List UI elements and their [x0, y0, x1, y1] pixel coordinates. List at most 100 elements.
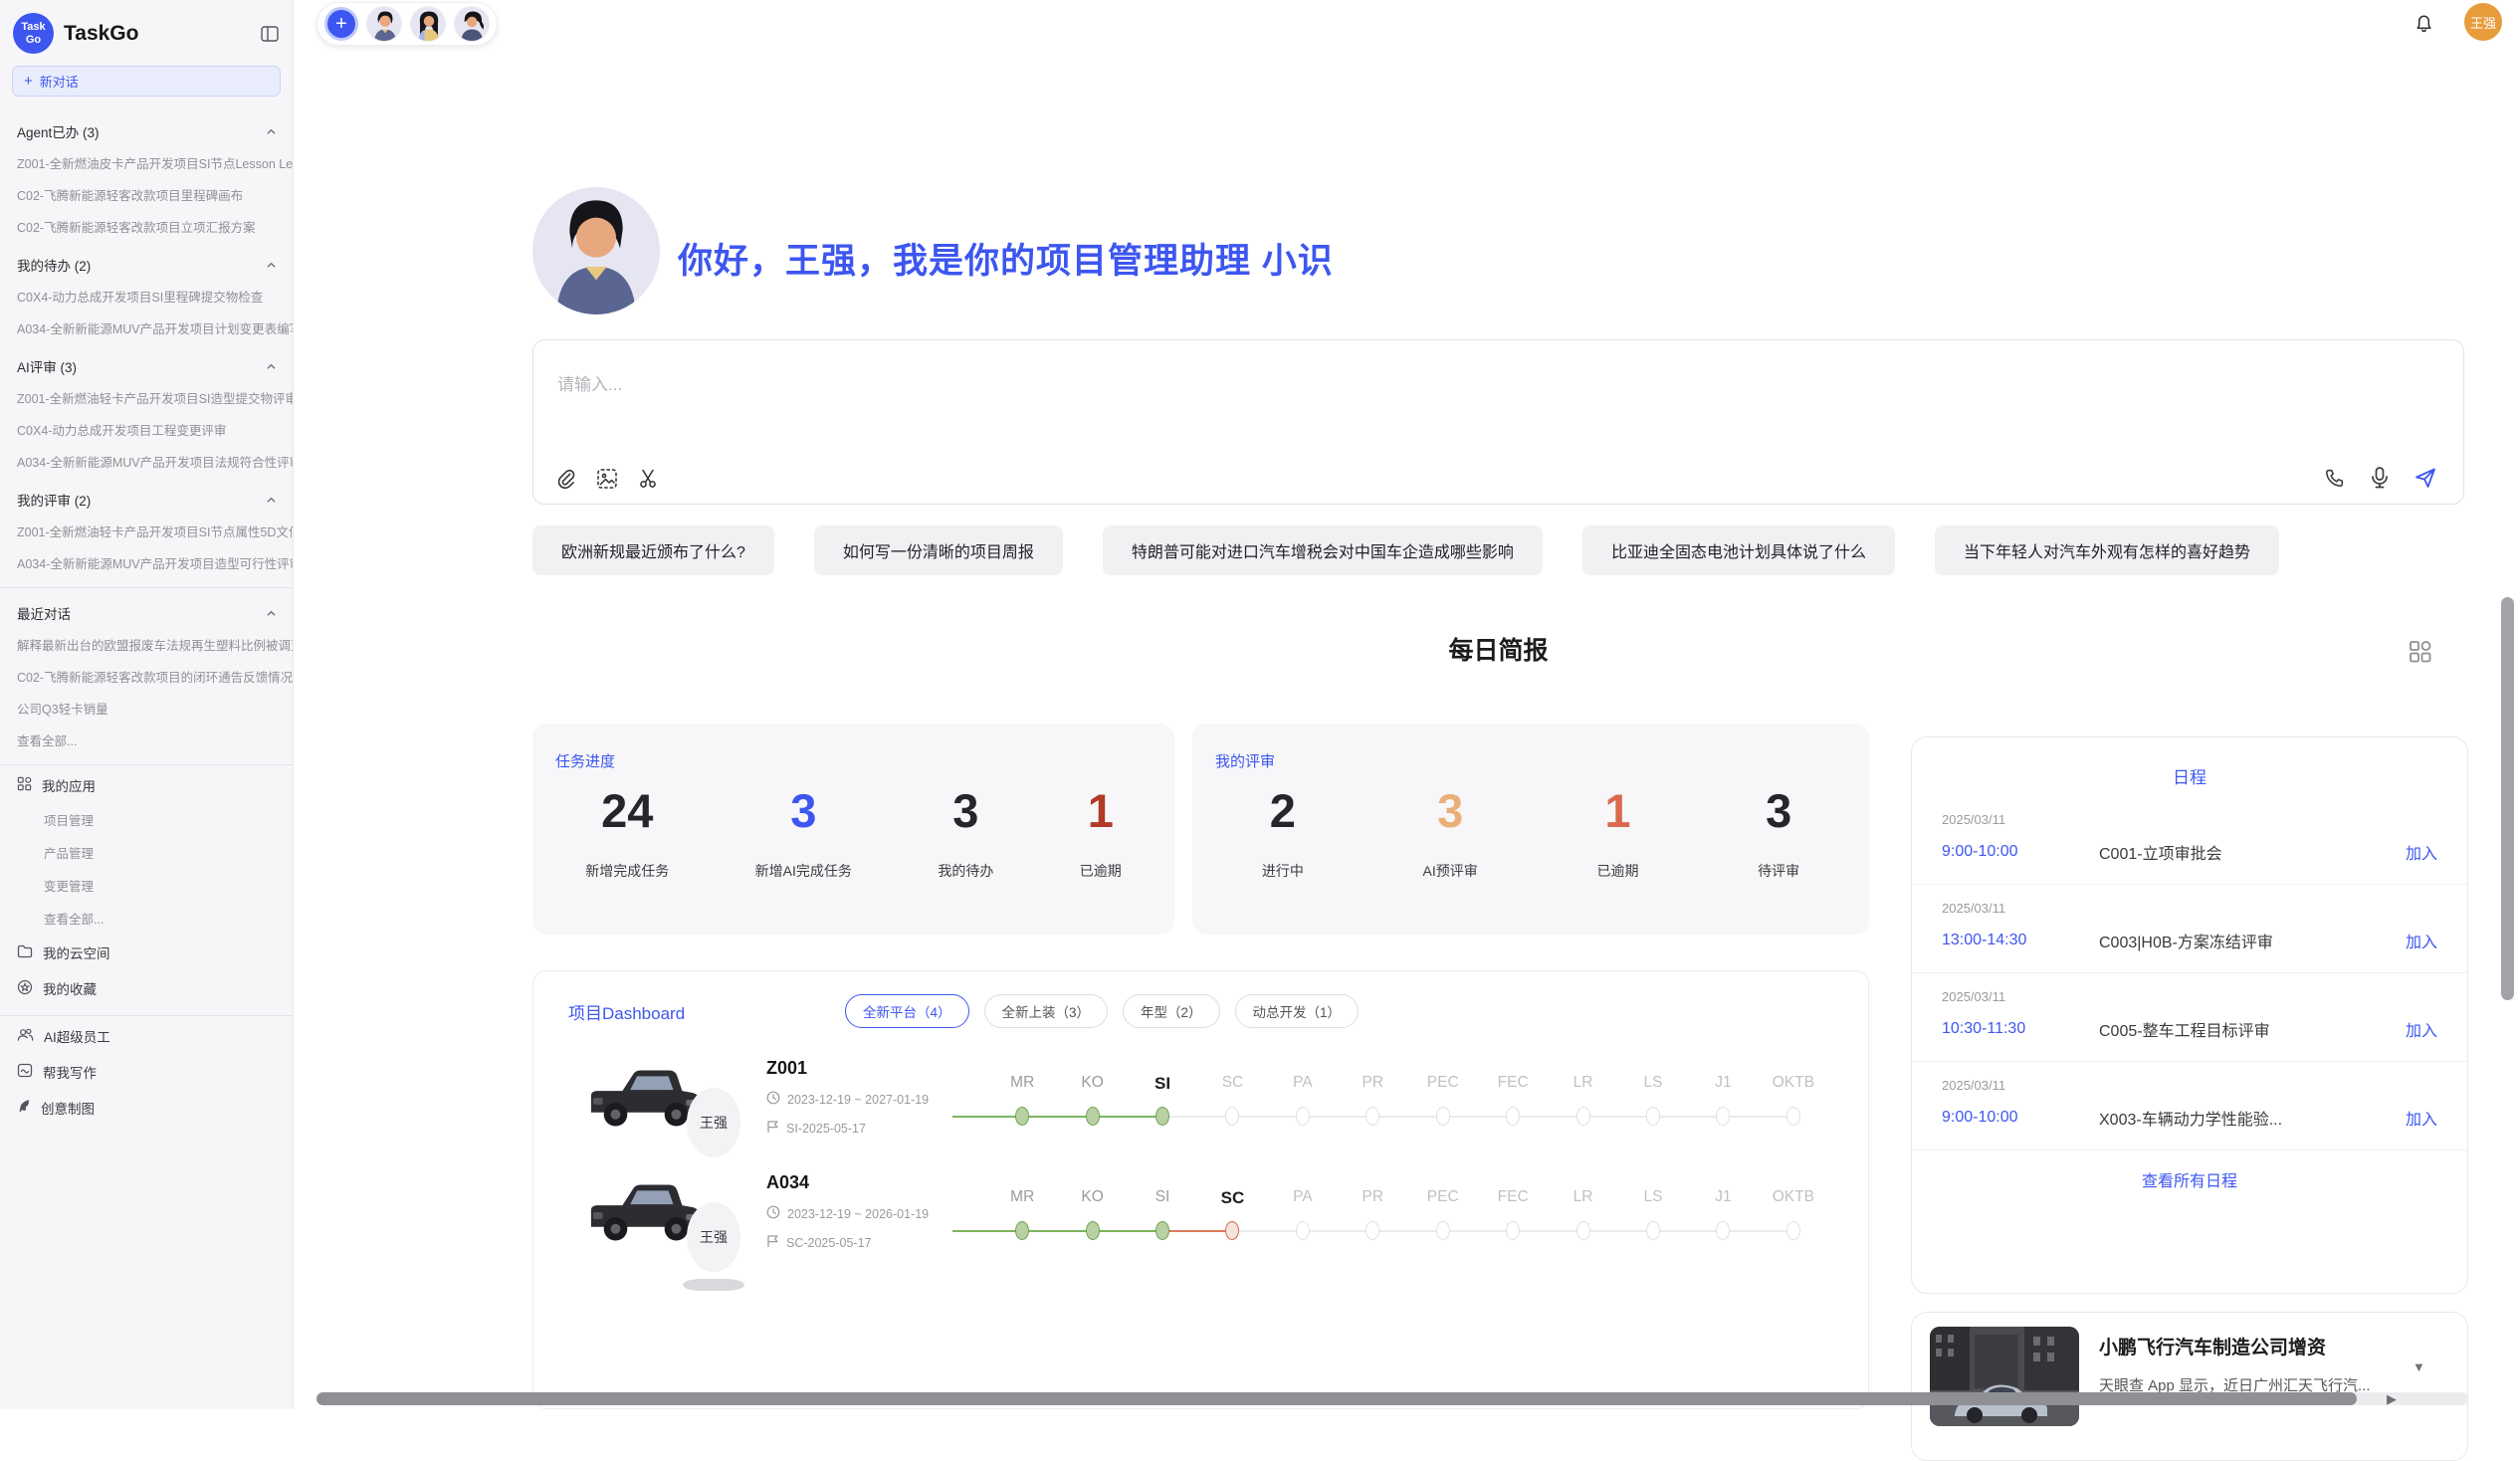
task-progress-card: 任务进度 24新增完成任务3新增AI完成任务3我的待办1已逾期: [532, 724, 1174, 935]
my-apps-header[interactable]: 我的应用: [0, 767, 293, 803]
horizontal-scrollbar-thumb[interactable]: [316, 1392, 2357, 1405]
suggestion-chip[interactable]: 比亚迪全固态电池计划具体说了什么: [1582, 525, 1895, 575]
suggestion-chip[interactable]: 如何写一份清晰的项目周报: [814, 525, 1063, 575]
sidebar-item[interactable]: Z001-全新燃油轻卡产品开发项目SI造型提交物评审: [0, 381, 293, 413]
recent-conversation-item[interactable]: C02-飞腾新能源轻客改款项目的闭环通告反馈情况: [0, 660, 293, 692]
app-item[interactable]: 项目管理: [0, 803, 293, 836]
sidebar-item[interactable]: A034-全新新能源MUV产品开发项目法规符合性评审: [0, 445, 293, 477]
stat-value: 2: [1262, 785, 1304, 837]
sidebar-item[interactable]: C02-飞腾新能源轻客改款项目里程碑画布: [0, 178, 293, 210]
sidebar-section-header[interactable]: Agent已办 (3): [0, 108, 293, 146]
sidebar-item[interactable]: C0X4-动力总成开发项目SI里程碑提交物检查: [0, 280, 293, 312]
stat: 1已逾期: [1596, 785, 1638, 881]
recent-section-header[interactable]: 最近对话: [0, 590, 293, 628]
suggestion-chip[interactable]: 特朗普可能对进口汽车增税会对中国车企造成哪些影响: [1103, 525, 1543, 575]
view-all-schedule-link[interactable]: 查看所有日程: [1912, 1167, 2467, 1191]
scroll-right-arrow[interactable]: ▶: [2387, 1391, 2397, 1407]
chat-input[interactable]: 请输入...: [532, 339, 2464, 505]
link-label: 我的收藏: [43, 978, 97, 998]
project-row[interactable]: 王强A0342023-12-19 ~ 2026-01-19SC-2025-05-…: [533, 1143, 1868, 1257]
milestone-label: J1: [1688, 1188, 1758, 1214]
milestone-dot: [1436, 1221, 1450, 1240]
milestone-dot: [1786, 1107, 1800, 1126]
new-chat-button[interactable]: + 新对话: [12, 66, 281, 97]
suggestion-chip[interactable]: 当下年轻人对汽车外观有怎样的喜好趋势: [1935, 525, 2279, 575]
date-range-text: 2023-12-19 ~ 2026-01-19: [787, 1207, 929, 1221]
layout-grid-icon[interactable]: [2407, 638, 2433, 670]
divider: [0, 587, 293, 588]
microphone-icon[interactable]: [2370, 466, 2390, 490]
image-icon[interactable]: [596, 468, 618, 490]
join-button[interactable]: 加入: [2406, 1017, 2437, 1041]
app-item[interactable]: 变更管理: [0, 869, 293, 902]
milestone-label: LR: [1548, 1188, 1617, 1214]
flag-icon: [766, 1234, 779, 1251]
suggestion-chip[interactable]: 欧洲新规最近颁布了什么?: [532, 525, 774, 575]
sidebar-item[interactable]: C02-飞腾新能源轻客改款项目立项汇报方案: [0, 210, 293, 242]
scroll-down-arrow[interactable]: ▼: [2413, 1359, 2425, 1374]
phone-icon[interactable]: [2324, 467, 2346, 489]
news-card[interactable]: 小鹏飞行汽车制造公司增资 天眼查 App 显示，近日广州汇天飞行汽...: [1911, 1312, 2468, 1461]
filter-pill[interactable]: 全新上装（3）: [984, 994, 1109, 1028]
sidebar-collapse-icon[interactable]: [261, 26, 279, 42]
view-all-recent-link[interactable]: 查看全部...: [0, 724, 293, 755]
paperclip-icon[interactable]: [555, 468, 576, 490]
milestone-label: PR: [1338, 1074, 1407, 1100]
join-button[interactable]: 加入: [2406, 929, 2437, 952]
stat-value: 3: [938, 785, 993, 837]
milestone-label: MR: [987, 1188, 1057, 1214]
milestone-dot: [1716, 1107, 1730, 1126]
vertical-scrollbar-thumb[interactable]: [2501, 597, 2514, 1000]
milestone-dot: [1365, 1107, 1379, 1126]
sidebar-section-header[interactable]: 我的待办 (2): [0, 242, 293, 280]
send-icon[interactable]: [2414, 466, 2437, 490]
sidebar-item[interactable]: A034-全新新能源MUV产品开发项目造型可行性评审: [0, 546, 293, 578]
user-avatar[interactable]: 王强: [2464, 3, 2502, 41]
notification-bell-icon[interactable]: [2413, 11, 2435, 40]
sidebar-section-header[interactable]: 我的评审 (2): [0, 477, 293, 515]
sidebar-section-header[interactable]: AI评审 (3): [0, 343, 293, 381]
agent-avatar[interactable]: [366, 6, 402, 42]
app-logo: Task Go: [13, 13, 54, 54]
project-info: Z0012023-12-19 ~ 2027-01-19SI-2025-05-17: [766, 1058, 983, 1137]
my-favorites-link[interactable]: 我的收藏: [0, 970, 293, 1006]
milestone-label: J1: [1688, 1074, 1758, 1100]
join-button[interactable]: 加入: [2406, 1106, 2437, 1130]
agent-avatar-bar: +: [316, 2, 498, 46]
horizontal-scrollbar-track[interactable]: [316, 1392, 2468, 1405]
join-button[interactable]: 加入: [2406, 840, 2437, 864]
creative-drawing-link[interactable]: 创意制图: [0, 1090, 293, 1126]
sidebar-item[interactable]: A034-全新新能源MUV产品开发项目计划变更表编写: [0, 312, 293, 343]
project-row[interactable]: 王强Z0012023-12-19 ~ 2027-01-19SI-2025-05-…: [533, 1028, 1868, 1143]
sidebar-item[interactable]: C0X4-动力总成开发项目工程变更评审: [0, 413, 293, 445]
chevron-up-icon: [266, 361, 277, 372]
filter-pill[interactable]: 年型（2）: [1123, 994, 1220, 1028]
add-agent-button[interactable]: +: [324, 7, 358, 41]
view-all-apps-link[interactable]: 查看全部...: [0, 902, 293, 935]
scissors-icon[interactable]: [638, 468, 660, 490]
stat-value: 3: [755, 785, 852, 837]
stat: 3AI预评审: [1423, 785, 1478, 881]
app-item[interactable]: 产品管理: [0, 836, 293, 869]
sidebar-item[interactable]: Z001-全新燃油轻卡产品开发项目SI节点属性5D文件评审: [0, 515, 293, 546]
recent-conversation-item[interactable]: 解释最新出台的欧盟报废车法规再生塑料比例被调至15%...: [0, 628, 293, 660]
app-title: TaskGo: [64, 22, 261, 46]
schedule-date: 2025/03/11: [1942, 812, 2437, 827]
milestone-dot: [1225, 1221, 1239, 1240]
milestone-timeline: MRKOSISCPAPRPECFECLRLSJ1OKTB: [987, 1188, 1828, 1240]
sidebar-item[interactable]: Z001-全新燃油皮卡产品开发项目SI节点Lesson Learn报告: [0, 146, 293, 178]
schedule-row: 9:00-10:00X003-车辆动力学性能验...加入: [1942, 1106, 2437, 1130]
milestone-dot: [1436, 1107, 1450, 1126]
agent-avatar[interactable]: [410, 6, 446, 42]
my-cloud-space-link[interactable]: 我的云空间: [0, 935, 293, 970]
stats-row: 24新增完成任务3新增AI完成任务3我的待办1已逾期: [532, 785, 1174, 881]
help-me-write-link[interactable]: 帮我写作: [0, 1054, 293, 1090]
filter-pill[interactable]: 全新平台（4）: [845, 994, 969, 1028]
agent-avatar[interactable]: [454, 6, 490, 42]
filter-pill[interactable]: 动总开发（1）: [1235, 994, 1360, 1028]
chevron-up-icon: [266, 260, 277, 271]
my-review-card: 我的评审 2进行中3AI预评审1已逾期3待评审: [1192, 724, 1869, 935]
ai-super-staff-link[interactable]: AI超级员工: [0, 1018, 293, 1054]
recent-conversation-item[interactable]: 公司Q3轻卡销量: [0, 692, 293, 724]
stats-row: 2进行中3AI预评审1已逾期3待评审: [1192, 785, 1869, 881]
